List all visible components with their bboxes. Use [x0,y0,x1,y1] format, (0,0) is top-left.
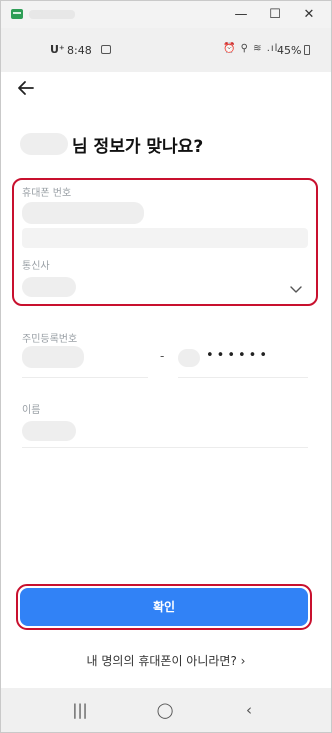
rrn-front-field[interactable] [22,346,84,368]
carrier-select[interactable] [22,277,76,297]
close-window-button[interactable]: ✕ [296,5,322,25]
arrow-left-icon[interactable] [14,76,38,100]
status-icons: ⏰ ⚲ ≋ .ıl [223,43,279,54]
phone-number-label: 휴대폰 번호 [22,188,72,199]
back-button[interactable]: ‹ [234,698,264,722]
maximize-button[interactable]: ☐ [262,5,288,25]
page-title: 님 정보가 맞나요? [72,137,204,157]
rrn-back-first-digit[interactable] [178,349,200,367]
recents-button[interactable]: ||| [65,698,95,722]
window-titlebar: — ☐ ✕ [1,1,331,28]
carrier-label: U⁺ [50,43,65,56]
battery-icon [304,45,310,55]
minimize-button[interactable]: — [228,5,254,25]
confirm-button[interactable]: 확인 [20,588,308,626]
name-field[interactable] [22,421,76,441]
rrn-dash: - [160,349,165,363]
window-title-redacted [29,10,75,19]
android-status-bar: U⁺ 8:48 ⏰ ⚲ ≋ .ıl 45% [1,28,331,72]
notification-icon [101,45,111,54]
android-nav-bar: ||| ◯ ‹ [1,688,331,732]
battery-percentage: 45% [277,44,302,57]
rrn-back-underline [178,377,308,378]
rrn-masked-digits: •••••• [206,348,271,363]
name-label: 이름 [22,405,41,416]
status-time: 8:48 [67,44,92,57]
home-button[interactable]: ◯ [150,698,180,722]
rrn-front-underline [22,377,148,378]
name-underline [22,447,308,448]
rrn-label: 주민등록번호 [22,334,78,345]
not-my-phone-link[interactable]: 내 명의의 휴대폰이 아니라면? › [0,652,332,669]
phone-number-field-bg [22,228,308,248]
carrier-field-label: 통신사 [22,261,50,272]
app-icon [11,9,23,19]
chevron-down-icon[interactable] [289,279,303,293]
user-name-redacted [20,133,68,155]
phone-number-field[interactable] [22,202,144,224]
